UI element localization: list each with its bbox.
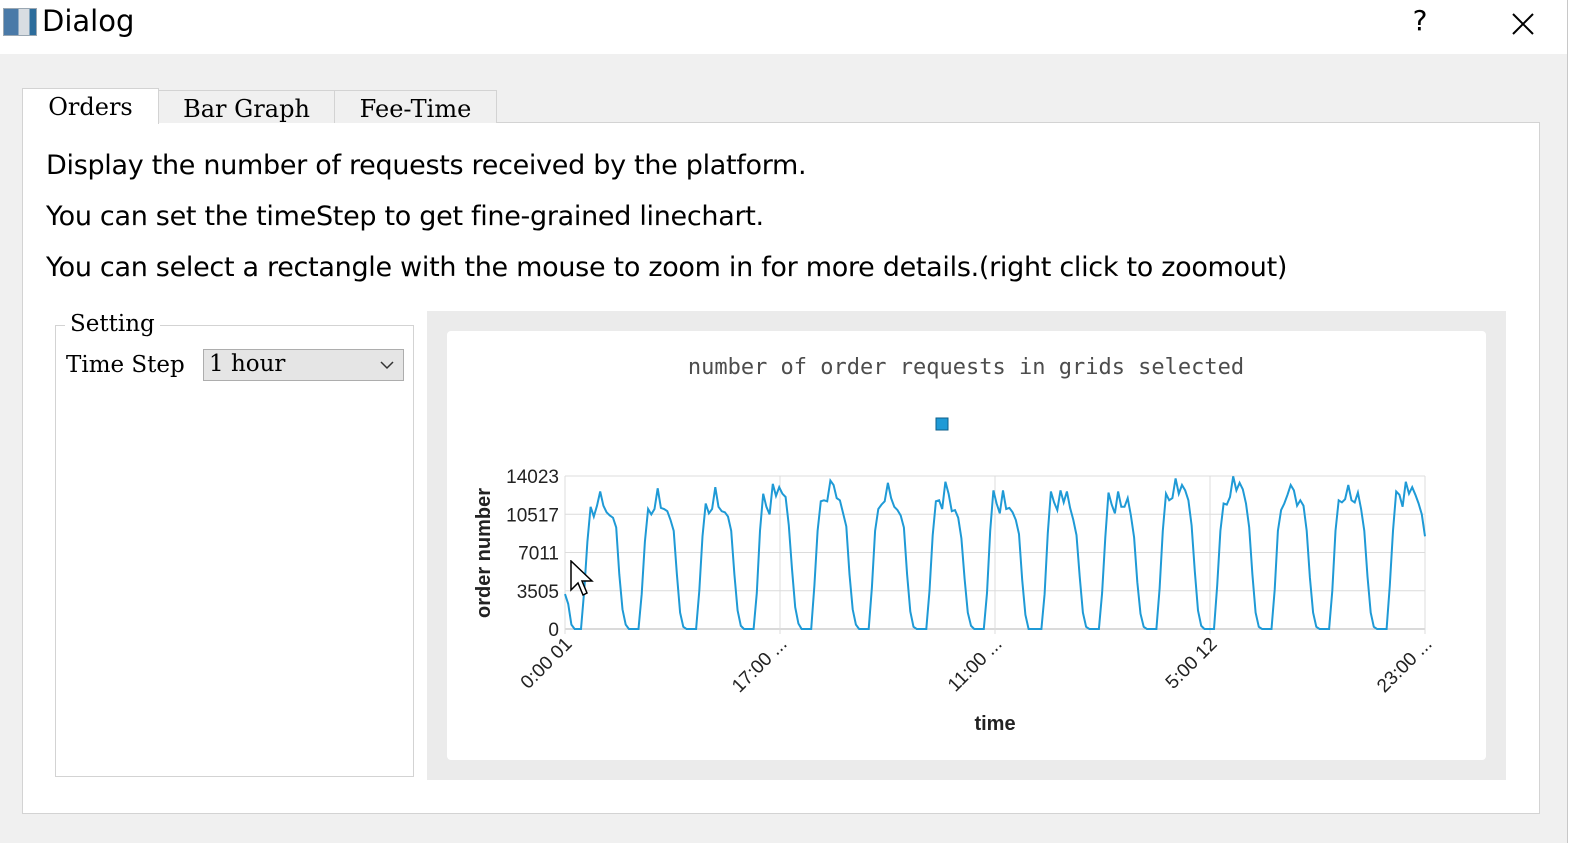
line-chart[interactable]: number of order requests in grids select… [0, 0, 1585, 843]
y-tick-label: 14023 [506, 467, 559, 488]
x-axis-title: time [974, 713, 1015, 735]
legend-marker [935, 417, 949, 431]
x-tick-label: 11:00 ... [944, 634, 1006, 696]
x-tick-label: 0:00 01 [517, 634, 577, 694]
y-tick-label: 10517 [506, 505, 559, 526]
x-tick-label: 17:00 ... [728, 634, 791, 697]
mouse-cursor-icon [570, 560, 594, 597]
y-tick-label: 7011 [518, 544, 559, 565]
chart-title: number of order requests in grids select… [688, 355, 1244, 380]
y-tick-label: 3505 [517, 582, 559, 603]
x-tick-label: 23:00 ... [1373, 634, 1436, 697]
x-tick-label: 5:00 12 [1162, 634, 1222, 694]
y-axis-title: order number [473, 488, 495, 618]
